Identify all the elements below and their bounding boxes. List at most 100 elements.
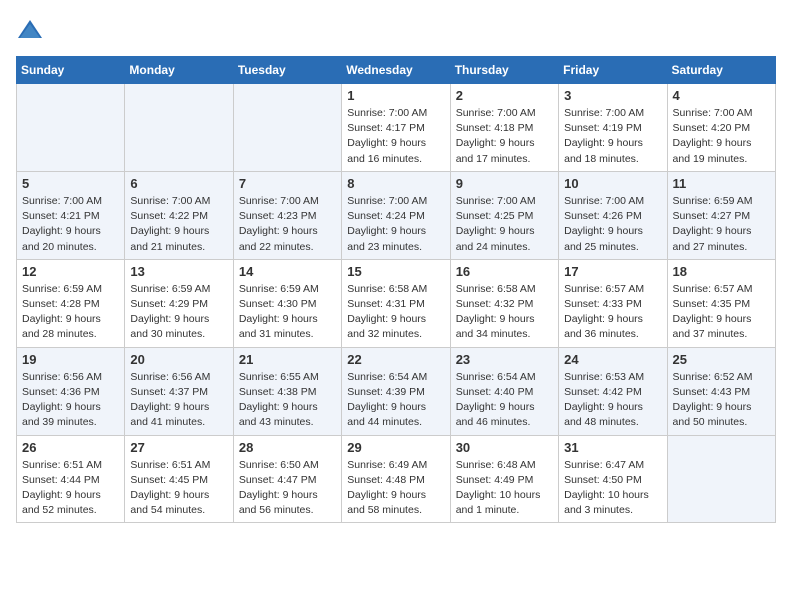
- cell-info: Sunrise: 7:00 AMSunset: 4:20 PMDaylight:…: [673, 106, 770, 167]
- logo: [16, 16, 48, 44]
- cell-info: Sunrise: 7:00 AMSunset: 4:21 PMDaylight:…: [22, 194, 119, 255]
- calendar-cell: 30 Sunrise: 6:48 AMSunset: 4:49 PMDayligh…: [450, 435, 558, 523]
- weekday-header-wednesday: Wednesday: [342, 57, 450, 84]
- calendar-cell: 22 Sunrise: 6:54 AMSunset: 4:39 PMDayligh…: [342, 347, 450, 435]
- day-number: 25: [673, 352, 770, 367]
- calendar-cell: 3Sunrise: 7:00 AMSunset: 4:19 PMDaylight…: [559, 84, 667, 172]
- cell-info: Sunrise: 6:50 AMSunset: 4:47 PMDaylight:…: [239, 458, 336, 519]
- calendar-week-row: 1Sunrise: 7:00 AMSunset: 4:17 PMDaylight…: [17, 84, 776, 172]
- cell-info: Sunrise: 6:49 AMSunset: 4:48 PMDaylight:…: [347, 458, 444, 519]
- calendar-week-row: 5 Sunrise: 7:00 AMSunset: 4:21 PMDaylight…: [17, 171, 776, 259]
- calendar-cell: 21Sunrise: 6:55 AMSunset: 4:38 PMDayligh…: [233, 347, 341, 435]
- cell-info: Sunrise: 7:00 AMSunset: 4:17 PMDaylight:…: [347, 106, 444, 167]
- day-number: 15: [347, 264, 444, 279]
- weekday-header-friday: Friday: [559, 57, 667, 84]
- day-number: 14: [239, 264, 336, 279]
- calendar-body: 1Sunrise: 7:00 AMSunset: 4:17 PMDaylight…: [17, 84, 776, 523]
- calendar-cell: 25 Sunrise: 6:52 AMSunset: 4:43 PMDayligh…: [667, 347, 775, 435]
- calendar-cell: 29 Sunrise: 6:49 AMSunset: 4:48 PMDayligh…: [342, 435, 450, 523]
- calendar-cell: 10 Sunrise: 7:00 AMSunset: 4:26 PMDayligh…: [559, 171, 667, 259]
- day-number: 10: [564, 176, 661, 191]
- day-number: 26: [22, 440, 119, 455]
- day-number: 20: [130, 352, 227, 367]
- calendar-cell: 8Sunrise: 7:00 AMSunset: 4:24 PMDaylight…: [342, 171, 450, 259]
- cell-info: Sunrise: 7:00 AMSunset: 4:18 PMDaylight:…: [456, 106, 553, 167]
- calendar-cell: 31 Sunrise: 6:47 AMSunset: 4:50 PMDayligh…: [559, 435, 667, 523]
- day-number: 17: [564, 264, 661, 279]
- calendar-cell: 28Sunrise: 6:50 AMSunset: 4:47 PMDayligh…: [233, 435, 341, 523]
- cell-info: Sunrise: 6:57 AMSunset: 4:35 PMDaylight:…: [673, 282, 770, 343]
- cell-info: Sunrise: 6:47 AMSunset: 4:50 PMDaylight:…: [564, 458, 661, 519]
- calendar-cell: 17Sunrise: 6:57 AMSunset: 4:33 PMDayligh…: [559, 259, 667, 347]
- cell-info: Sunrise: 6:54 AMSunset: 4:40 PMDaylight:…: [456, 370, 553, 431]
- day-number: 4: [673, 88, 770, 103]
- calendar-cell: 14 Sunrise: 6:59 AMSunset: 4:30 PMDayligh…: [233, 259, 341, 347]
- calendar-cell: 23 Sunrise: 6:54 AMSunset: 4:40 PMDayligh…: [450, 347, 558, 435]
- day-number: 13: [130, 264, 227, 279]
- day-number: 31: [564, 440, 661, 455]
- weekday-header-tuesday: Tuesday: [233, 57, 341, 84]
- weekday-header-saturday: Saturday: [667, 57, 775, 84]
- day-number: 12: [22, 264, 119, 279]
- day-number: 8: [347, 176, 444, 191]
- calendar-cell: 7Sunrise: 7:00 AMSunset: 4:23 PMDaylight…: [233, 171, 341, 259]
- day-number: 9: [456, 176, 553, 191]
- day-number: 2: [456, 88, 553, 103]
- calendar-header: SundayMondayTuesdayWednesdayThursdayFrid…: [17, 57, 776, 84]
- cell-info: Sunrise: 6:53 AMSunset: 4:42 PMDaylight:…: [564, 370, 661, 431]
- day-number: 11: [673, 176, 770, 191]
- cell-info: Sunrise: 6:59 AMSunset: 4:30 PMDaylight:…: [239, 282, 336, 343]
- cell-info: Sunrise: 6:48 AMSunset: 4:49 PMDaylight:…: [456, 458, 553, 519]
- calendar-cell: 19 Sunrise: 6:56 AMSunset: 4:36 PMDayligh…: [17, 347, 125, 435]
- calendar-cell: 1Sunrise: 7:00 AMSunset: 4:17 PMDaylight…: [342, 84, 450, 172]
- cell-info: Sunrise: 6:55 AMSunset: 4:38 PMDaylight:…: [239, 370, 336, 431]
- cell-info: Sunrise: 6:54 AMSunset: 4:39 PMDaylight:…: [347, 370, 444, 431]
- logo-icon: [16, 16, 44, 44]
- cell-info: Sunrise: 6:52 AMSunset: 4:43 PMDaylight:…: [673, 370, 770, 431]
- calendar-cell: 18Sunrise: 6:57 AMSunset: 4:35 PMDayligh…: [667, 259, 775, 347]
- calendar-cell: 27Sunrise: 6:51 AMSunset: 4:45 PMDayligh…: [125, 435, 233, 523]
- day-number: 6: [130, 176, 227, 191]
- day-number: 23: [456, 352, 553, 367]
- calendar-cell: [17, 84, 125, 172]
- cell-info: Sunrise: 6:56 AMSunset: 4:37 PMDaylight:…: [130, 370, 227, 431]
- cell-info: Sunrise: 7:00 AMSunset: 4:25 PMDaylight:…: [456, 194, 553, 255]
- weekday-header-row: SundayMondayTuesdayWednesdayThursdayFrid…: [17, 57, 776, 84]
- calendar-cell: [667, 435, 775, 523]
- cell-info: Sunrise: 6:58 AMSunset: 4:31 PMDaylight:…: [347, 282, 444, 343]
- day-number: 24: [564, 352, 661, 367]
- calendar-cell: 26 Sunrise: 6:51 AMSunset: 4:44 PMDayligh…: [17, 435, 125, 523]
- calendar-cell: 6 Sunrise: 7:00 AMSunset: 4:22 PMDaylight…: [125, 171, 233, 259]
- calendar-cell: [125, 84, 233, 172]
- calendar-cell: 5 Sunrise: 7:00 AMSunset: 4:21 PMDaylight…: [17, 171, 125, 259]
- cell-info: Sunrise: 7:00 AMSunset: 4:22 PMDaylight:…: [130, 194, 227, 255]
- cell-info: Sunrise: 6:59 AMSunset: 4:27 PMDaylight:…: [673, 194, 770, 255]
- weekday-header-sunday: Sunday: [17, 57, 125, 84]
- calendar-cell: 16 Sunrise: 6:58 AMSunset: 4:32 PMDayligh…: [450, 259, 558, 347]
- cell-info: Sunrise: 6:59 AMSunset: 4:29 PMDaylight:…: [130, 282, 227, 343]
- day-number: 29: [347, 440, 444, 455]
- day-number: 3: [564, 88, 661, 103]
- cell-info: Sunrise: 6:51 AMSunset: 4:44 PMDaylight:…: [22, 458, 119, 519]
- day-number: 19: [22, 352, 119, 367]
- calendar-week-row: 26 Sunrise: 6:51 AMSunset: 4:44 PMDayligh…: [17, 435, 776, 523]
- page-header: [16, 16, 776, 44]
- cell-info: Sunrise: 7:00 AMSunset: 4:26 PMDaylight:…: [564, 194, 661, 255]
- day-number: 7: [239, 176, 336, 191]
- calendar-week-row: 19 Sunrise: 6:56 AMSunset: 4:36 PMDayligh…: [17, 347, 776, 435]
- calendar-cell: 13 Sunrise: 6:59 AMSunset: 4:29 PMDayligh…: [125, 259, 233, 347]
- cell-info: Sunrise: 6:59 AMSunset: 4:28 PMDaylight:…: [22, 282, 119, 343]
- day-number: 22: [347, 352, 444, 367]
- calendar-cell: 20 Sunrise: 6:56 AMSunset: 4:37 PMDayligh…: [125, 347, 233, 435]
- cell-info: Sunrise: 6:56 AMSunset: 4:36 PMDaylight:…: [22, 370, 119, 431]
- cell-info: Sunrise: 6:51 AMSunset: 4:45 PMDaylight:…: [130, 458, 227, 519]
- cell-info: Sunrise: 6:58 AMSunset: 4:32 PMDaylight:…: [456, 282, 553, 343]
- day-number: 5: [22, 176, 119, 191]
- calendar-cell: 12 Sunrise: 6:59 AMSunset: 4:28 PMDayligh…: [17, 259, 125, 347]
- calendar-cell: 2 Sunrise: 7:00 AMSunset: 4:18 PMDaylight…: [450, 84, 558, 172]
- day-number: 30: [456, 440, 553, 455]
- calendar-cell: 24 Sunrise: 6:53 AMSunset: 4:42 PMDayligh…: [559, 347, 667, 435]
- day-number: 16: [456, 264, 553, 279]
- calendar-cell: 9 Sunrise: 7:00 AMSunset: 4:25 PMDaylight…: [450, 171, 558, 259]
- weekday-header-thursday: Thursday: [450, 57, 558, 84]
